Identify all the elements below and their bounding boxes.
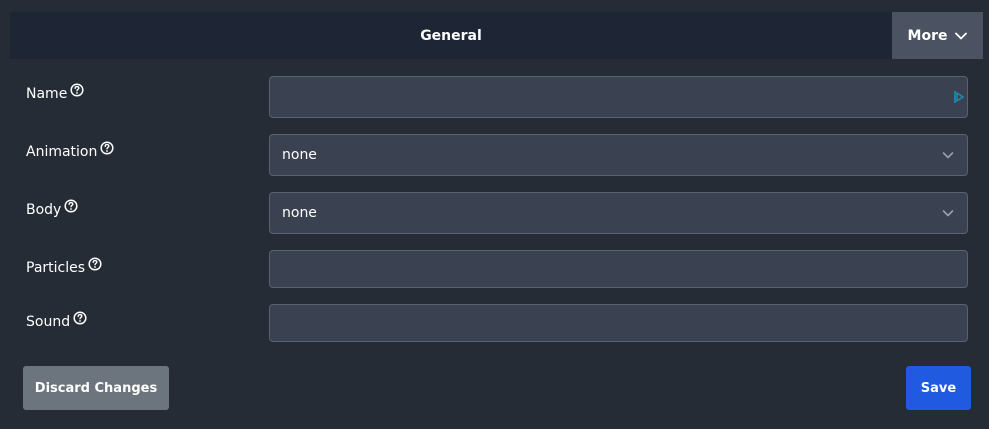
particles-label: Particles (26, 260, 86, 276)
more-label: More (907, 27, 948, 44)
save-label: Save (920, 380, 957, 396)
body-select-value: none (282, 205, 317, 221)
sound-input[interactable] (269, 304, 968, 342)
tab-general[interactable]: General (10, 12, 892, 59)
body-label: Body (26, 202, 62, 218)
name-label-group: Name (26, 83, 84, 102)
question-circle-icon[interactable] (100, 141, 114, 155)
tab-general-label: General (420, 27, 482, 44)
save-button[interactable]: Save (906, 366, 971, 410)
sound-label-group: Sound (26, 311, 87, 330)
properties-panel: General More Name Animation none Body no… (0, 0, 989, 429)
sound-input-text[interactable] (282, 305, 967, 341)
animation-label: Animation (26, 144, 98, 160)
discard-changes-label: Discard Changes (34, 380, 158, 396)
discard-changes-button[interactable]: Discard Changes (23, 366, 169, 410)
question-circle-icon[interactable] (73, 311, 87, 325)
body-label-group: Body (26, 199, 78, 218)
play-icon[interactable] (953, 89, 965, 105)
particles-input-text[interactable] (282, 251, 967, 287)
body-select[interactable]: none (269, 192, 968, 234)
tab-bar: General More (10, 12, 983, 59)
chevron-down-icon (955, 32, 968, 40)
sound-label: Sound (26, 314, 71, 330)
chevron-down-icon (941, 206, 955, 220)
animation-select-value: none (282, 147, 317, 163)
more-dropdown-button[interactable]: More (892, 12, 983, 59)
name-input[interactable] (269, 76, 968, 118)
particles-label-group: Particles (26, 257, 102, 276)
question-circle-icon[interactable] (88, 257, 102, 271)
name-input-text[interactable] (282, 77, 967, 117)
question-circle-icon[interactable] (70, 83, 84, 97)
particles-input[interactable] (269, 250, 968, 288)
animation-select[interactable]: none (269, 134, 968, 176)
question-circle-icon[interactable] (64, 199, 78, 213)
animation-label-group: Animation (26, 141, 114, 160)
chevron-down-icon (941, 148, 955, 162)
name-label: Name (26, 86, 68, 102)
